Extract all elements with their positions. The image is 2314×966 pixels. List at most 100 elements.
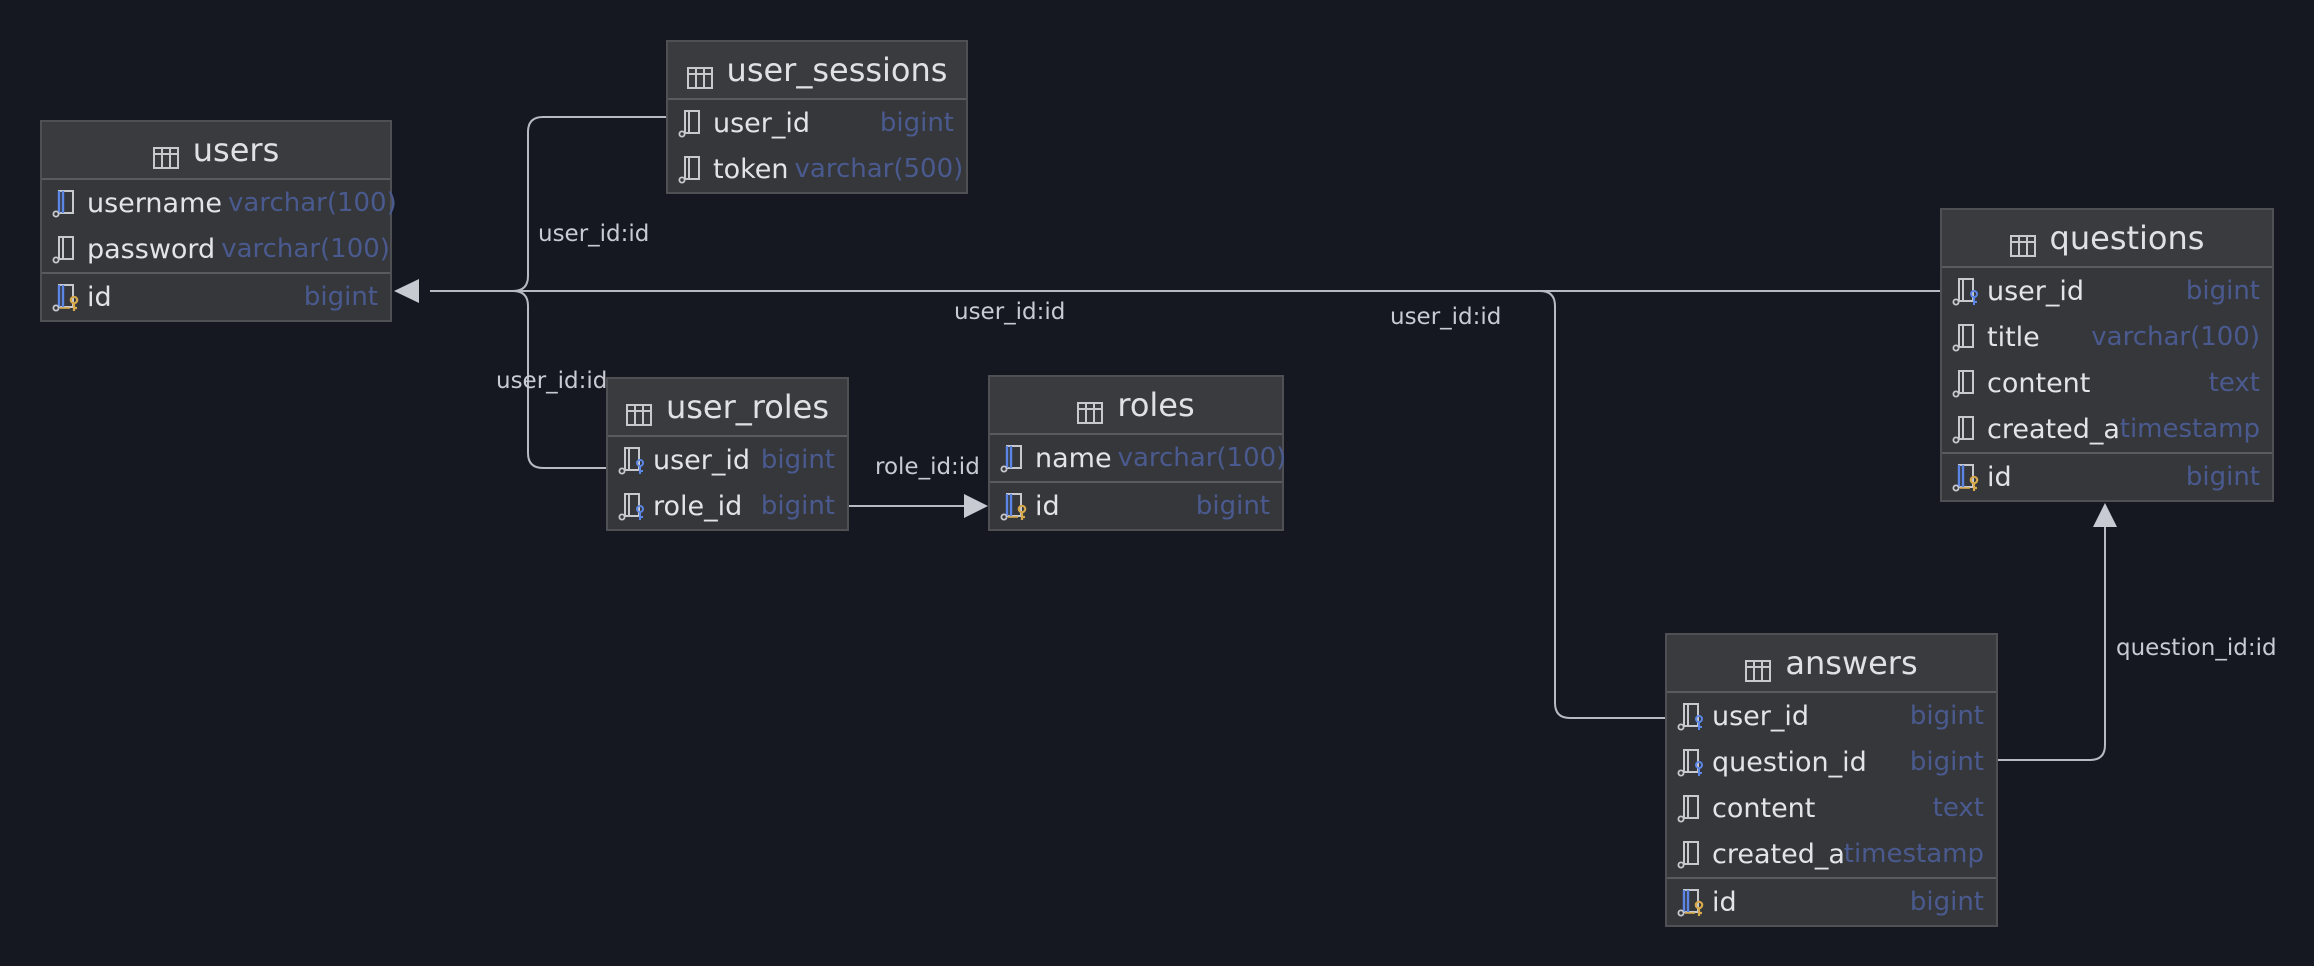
- column-name: password: [87, 233, 222, 265]
- column-name: id: [1987, 461, 2018, 493]
- column-name: question_id: [1712, 746, 1873, 778]
- column-type: varchar(100): [228, 188, 397, 218]
- column-type: text: [2208, 368, 2260, 398]
- column-name: user_id: [713, 107, 817, 139]
- column-row-primary-key[interactable]: id bigint: [1667, 877, 1996, 925]
- primary-key-icon: [1950, 461, 1982, 493]
- column-icon: [1675, 792, 1707, 824]
- column-type: bigint: [760, 445, 835, 475]
- column-icon: [1950, 413, 1982, 445]
- column-type: varchar(100): [2091, 322, 2260, 352]
- column-name: id: [87, 281, 118, 313]
- column-name: content: [1987, 367, 2097, 399]
- table-roles[interactable]: roles name varchar(100) id bigint: [988, 375, 1286, 531]
- column-name: user_id: [1987, 275, 2091, 307]
- column-name: user_id: [653, 444, 757, 476]
- edge-label: user_id:id: [538, 221, 649, 247]
- column-type: bigint: [1909, 887, 1984, 917]
- edge-user-sessions-to-users[interactable]: [430, 116, 666, 292]
- table-header[interactable]: questions: [1942, 210, 2272, 268]
- primary-key-icon: [50, 281, 82, 313]
- table-name: answers: [1785, 644, 1918, 682]
- column-row-primary-key[interactable]: id bigint: [1942, 452, 2272, 500]
- foreign-key-icon: [1675, 700, 1707, 732]
- table-icon: [2009, 227, 2036, 257]
- table-name: questions: [2049, 219, 2205, 257]
- column-type: varchar(100): [1117, 443, 1287, 473]
- column-name: title: [1987, 321, 2046, 353]
- edge-label: user_id:id: [954, 299, 1065, 325]
- column-row-primary-key[interactable]: id bigint: [990, 481, 1282, 529]
- column-row[interactable]: content text: [1667, 785, 1996, 831]
- column-row[interactable]: question_id bigint: [1667, 739, 1996, 785]
- column-icon: [676, 107, 708, 139]
- table-answers[interactable]: answers user_id bigint question_id bigin…: [1665, 633, 1998, 927]
- column-row[interactable]: user_id bigint: [668, 100, 966, 146]
- table-header[interactable]: user_roles: [608, 379, 847, 437]
- table-user-roles[interactable]: user_roles user_id bigint role_id bigint: [606, 377, 849, 531]
- primary-key-icon: [1675, 886, 1707, 918]
- column-row[interactable]: title varchar(100): [1942, 314, 2272, 360]
- arrowhead-users: [394, 279, 419, 303]
- column-name: created_at: [1712, 838, 1844, 870]
- table-header[interactable]: answers: [1667, 635, 1996, 693]
- column-row[interactable]: username varchar(100): [42, 180, 397, 226]
- table-icon: [686, 59, 713, 89]
- table-user-sessions[interactable]: user_sessions user_id bigint token varch…: [666, 40, 968, 194]
- column-type: bigint: [2185, 462, 2260, 492]
- column-row[interactable]: user_id bigint: [608, 437, 847, 483]
- column-name: id: [1712, 886, 1743, 918]
- column-type: bigint: [879, 108, 954, 138]
- indexed-column-icon: [50, 187, 82, 219]
- column-icon: [676, 153, 708, 185]
- column-name: id: [1035, 490, 1066, 522]
- column-row-primary-key[interactable]: id bigint: [42, 272, 390, 320]
- table-name: user_roles: [665, 388, 830, 426]
- column-row[interactable]: user_id bigint: [1667, 693, 1996, 739]
- column-type: timestamp: [1843, 839, 1984, 869]
- column-row[interactable]: name varchar(100): [990, 435, 1286, 481]
- table-name: user_sessions: [726, 51, 948, 89]
- table-questions[interactable]: questions user_id bigint title varchar(1…: [1940, 208, 2274, 502]
- column-name: name: [1035, 442, 1118, 474]
- table-header[interactable]: users: [42, 122, 390, 180]
- column-icon: [1675, 838, 1707, 870]
- edge-label: question_id:id: [2116, 635, 2277, 661]
- edge-answers-to-users[interactable]: [1539, 290, 1665, 719]
- edge-label: role_id:id: [875, 454, 980, 480]
- column-name: user_id: [1712, 700, 1816, 732]
- column-row[interactable]: created_at timestamp: [1667, 831, 1996, 877]
- column-row[interactable]: password varchar(100): [42, 226, 390, 272]
- column-type: bigint: [2185, 276, 2260, 306]
- edge-answers-to-questions[interactable]: [1997, 522, 2106, 761]
- foreign-key-icon: [616, 444, 648, 476]
- edge-label: user_id:id: [1390, 304, 1501, 330]
- column-name: content: [1712, 792, 1822, 824]
- column-type: bigint: [1195, 491, 1270, 521]
- column-icon: [1950, 367, 1982, 399]
- column-row[interactable]: user_id bigint: [1942, 268, 2272, 314]
- table-header[interactable]: roles: [990, 377, 1282, 435]
- table-name: roles: [1117, 386, 1195, 424]
- edge-label: user_id:id: [496, 368, 607, 394]
- table-icon: [1745, 652, 1772, 682]
- table-icon: [152, 139, 179, 169]
- column-type: bigint: [760, 491, 835, 521]
- column-name: role_id: [653, 490, 749, 522]
- column-row[interactable]: token varchar(500): [668, 146, 966, 192]
- column-row[interactable]: content text: [1942, 360, 2272, 406]
- column-name: token: [713, 153, 795, 185]
- column-type: bigint: [303, 282, 378, 312]
- indexed-column-icon: [998, 442, 1030, 474]
- table-name: users: [192, 131, 280, 169]
- table-icon: [1077, 394, 1104, 424]
- arrowhead-questions: [2093, 503, 2117, 527]
- column-name: created_at: [1987, 413, 2120, 445]
- table-users[interactable]: users username varchar(100) password var…: [40, 120, 397, 322]
- column-type: timestamp: [2119, 414, 2260, 444]
- column-row[interactable]: role_id bigint: [608, 483, 847, 529]
- column-type: bigint: [1909, 747, 1984, 777]
- column-type: varchar(100): [221, 234, 390, 264]
- table-header[interactable]: user_sessions: [668, 42, 966, 100]
- column-row[interactable]: created_at timestamp: [1942, 406, 2272, 452]
